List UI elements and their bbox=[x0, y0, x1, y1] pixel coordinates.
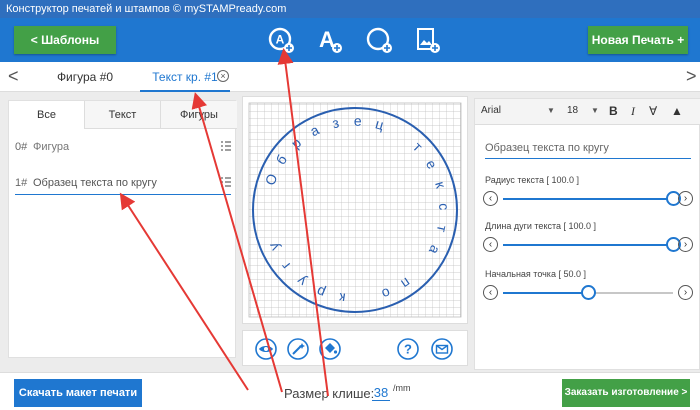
layer-item[interactable]: 0# Фигура bbox=[15, 135, 231, 159]
stamp-size-unit: /mm bbox=[393, 383, 411, 393]
chevron-left-icon[interactable]: ‹ bbox=[483, 237, 498, 252]
stamp-size-label: Размер клише: bbox=[284, 386, 375, 401]
object-tabs: < Фигура #0 Текст кр. #1 × > bbox=[0, 62, 700, 92]
tabs-prev-arrow[interactable]: < bbox=[8, 66, 19, 86]
list-menu-icon[interactable] bbox=[221, 177, 231, 187]
add-text-icon[interactable]: A bbox=[314, 25, 344, 55]
main-toolbar: < Шаблоны A A Новая Печать + bbox=[0, 18, 700, 62]
layer-item[interactable]: 1# Образец текста по кругу bbox=[15, 171, 231, 195]
magic-wand-icon[interactable] bbox=[287, 338, 309, 360]
close-tab-icon[interactable]: × bbox=[217, 70, 229, 82]
paint-bucket-icon[interactable] bbox=[319, 338, 341, 360]
order-production-button[interactable]: Заказать изготовление > bbox=[562, 379, 690, 407]
svg-text:?: ? bbox=[404, 342, 412, 357]
italic-button[interactable]: I bbox=[631, 104, 635, 119]
tabs-next-arrow[interactable]: > bbox=[686, 66, 697, 86]
stamp-size-input[interactable]: 38 bbox=[372, 385, 390, 401]
download-layout-button[interactable]: Скачать макет печати bbox=[14, 379, 142, 407]
text-color-icon[interactable]: ▲ bbox=[671, 104, 683, 118]
slider-fill bbox=[503, 198, 673, 200]
add-circle-text-icon[interactable]: A bbox=[266, 25, 296, 55]
layers-tab-text[interactable]: Текст bbox=[85, 101, 161, 129]
properties-panel: Arial ▼ 18 ▼ B I ∀ ▲ Образец текста по к… bbox=[474, 98, 700, 370]
layers-tab-all[interactable]: Все bbox=[9, 101, 85, 129]
arc-length-label: Длина дуги текста [ 100.0 ] bbox=[485, 221, 597, 231]
text-effect-icon[interactable]: ∀ bbox=[649, 104, 657, 118]
arc-length-slider[interactable]: ‹ › bbox=[483, 237, 693, 253]
mail-icon[interactable] bbox=[431, 338, 453, 360]
caret-down-icon[interactable]: ▼ bbox=[591, 106, 599, 115]
bold-button[interactable]: B bbox=[609, 104, 618, 118]
layers-panel: Все Текст Фигуры 0# Фигура 1# Образец те… bbox=[8, 100, 237, 358]
window-title: Конструктор печатей и штампов © mySTAMPr… bbox=[0, 0, 700, 18]
radius-slider[interactable]: ‹ › bbox=[483, 191, 693, 207]
slider-fill bbox=[503, 292, 588, 294]
slider-fill bbox=[503, 244, 673, 246]
slider-thumb[interactable] bbox=[580, 285, 596, 300]
font-family-select[interactable]: Arial bbox=[481, 105, 501, 116]
circle-text-input[interactable]: Образец текста по кругу bbox=[485, 139, 691, 159]
chevron-left-icon[interactable]: ‹ bbox=[483, 191, 498, 206]
new-print-button[interactable]: Новая Печать + bbox=[588, 26, 688, 54]
layer-number: 1# bbox=[15, 177, 28, 189]
chevron-right-icon[interactable]: › bbox=[678, 285, 693, 300]
eye-icon[interactable] bbox=[255, 338, 277, 360]
radius-label: Радиус текста [ 100.0 ] bbox=[485, 175, 580, 185]
layer-name: Фигура bbox=[33, 141, 70, 153]
start-point-slider[interactable]: ‹ › bbox=[483, 285, 693, 301]
caret-down-icon[interactable]: ▼ bbox=[547, 106, 555, 115]
layer-number: 0# bbox=[15, 141, 28, 153]
stamp-text-char: е bbox=[354, 113, 362, 129]
svg-text:A: A bbox=[276, 33, 285, 47]
start-point-label: Начальная точка [ 50.0 ] bbox=[485, 269, 586, 279]
chevron-right-icon[interactable]: › bbox=[678, 237, 693, 252]
add-image-icon[interactable] bbox=[412, 25, 442, 55]
add-circle-icon[interactable] bbox=[364, 25, 394, 55]
stamp-preview[interactable]: Обра з е ц текста по кругу bbox=[243, 97, 467, 323]
chevron-left-icon[interactable]: ‹ bbox=[483, 285, 498, 300]
layers-tab-figures[interactable]: Фигуры bbox=[161, 101, 237, 129]
font-size-select[interactable]: 18 bbox=[567, 105, 578, 116]
templates-button[interactable]: < Шаблоны bbox=[14, 26, 116, 54]
footer-bar: Скачать макет печати Размер клише: 38 /m… bbox=[0, 372, 700, 410]
help-icon[interactable]: ? bbox=[397, 338, 419, 360]
text-format-toolbar: Arial ▼ 18 ▼ B I ∀ ▲ bbox=[475, 99, 700, 125]
layer-name-input[interactable]: Образец текста по кругу bbox=[33, 171, 157, 195]
stamp-text-char: с bbox=[436, 203, 452, 211]
list-menu-icon[interactable] bbox=[221, 141, 231, 151]
canvas-toolbar: ? bbox=[242, 330, 468, 366]
tab-figure-0[interactable]: Фигура #0 bbox=[40, 62, 130, 92]
stamp-canvas[interactable]: Образец текста по кругу bbox=[242, 96, 468, 324]
chevron-right-icon[interactable]: › bbox=[678, 191, 693, 206]
